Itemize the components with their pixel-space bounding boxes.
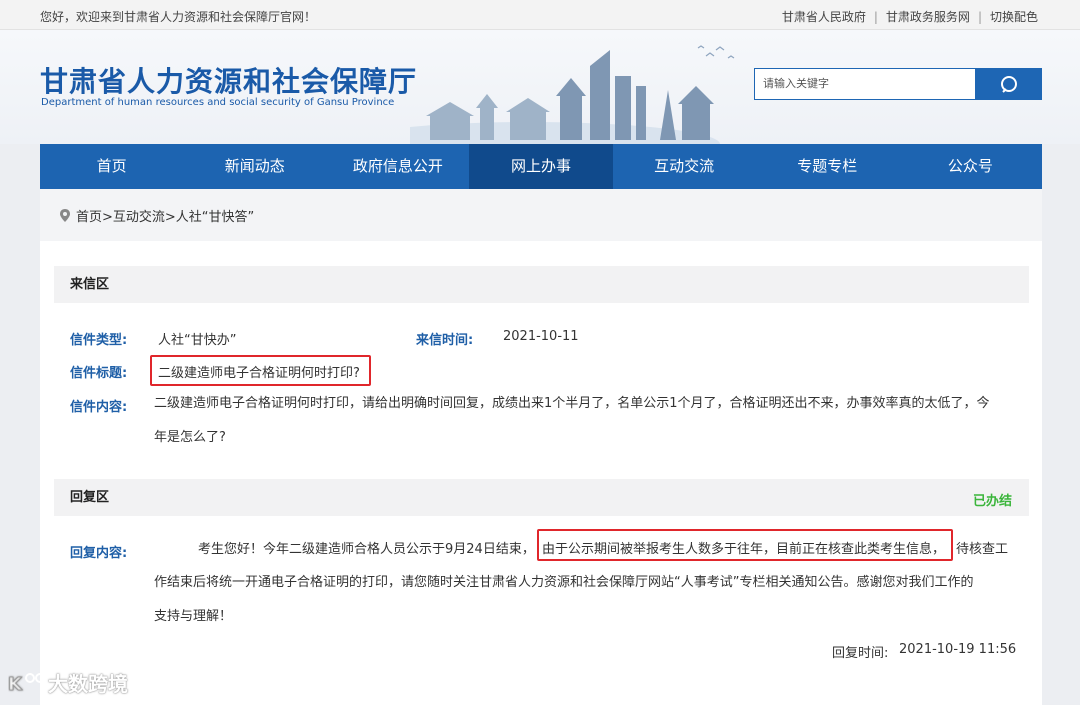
site-subtitle: Department of human resources and social… bbox=[41, 97, 395, 108]
divider: | bbox=[977, 9, 982, 24]
reply-line-1a: 考生您好！今年二级建造师合格人员公示于9月24日结束， bbox=[198, 542, 535, 557]
reply-line-2: 作结束后将统一开通电子合格证明的打印，请您随时关注甘肃省人力资源和社会保障厅网站… bbox=[154, 575, 974, 590]
gansu-government-link[interactable]: 甘肃省人民政府 bbox=[782, 8, 866, 25]
nav-public-account[interactable]: 公众号 bbox=[899, 144, 1042, 189]
main-nav: 首页 新闻动态 政府信息公开 网上办事 互动交流 专题专栏 公众号 bbox=[40, 144, 1042, 189]
reply-time-label: 回复时间: bbox=[832, 646, 889, 661]
letter-content-label: 信件内容: bbox=[70, 400, 128, 415]
search-input[interactable]: 请输入关键字 bbox=[754, 68, 976, 100]
divider: | bbox=[873, 9, 878, 24]
watermark-text: 大数跨境 bbox=[48, 672, 128, 696]
nav-news[interactable]: 新闻动态 bbox=[183, 144, 326, 189]
welcome-text: 您好，欢迎来到甘肃省人力资源和社会保障厅官网！ bbox=[40, 10, 317, 24]
reply-line-3: 支持与理解！ bbox=[154, 609, 233, 624]
search-button[interactable] bbox=[976, 68, 1042, 100]
nav-topics[interactable]: 专题专栏 bbox=[756, 144, 899, 189]
site-header: 甘肃省人力资源和社会保障厅 Department of human resour… bbox=[0, 30, 1080, 144]
letter-type-value: 人社“甘快办” bbox=[158, 333, 237, 348]
gansu-service-link[interactable]: 甘肃政务服务网 bbox=[886, 8, 970, 25]
top-links: 甘肃省人民政府 | 甘肃政务服务网 | 切换配色 bbox=[782, 8, 1038, 25]
watermark: K 大数跨境 bbox=[8, 668, 128, 697]
nav-home[interactable]: 首页 bbox=[40, 144, 183, 189]
nav-interaction[interactable]: 互动交流 bbox=[613, 144, 756, 189]
letter-content-line-1: 二级建造师电子合格证明何时打印，请给出明确时间回复，成绩出来1个半月了，名单公示… bbox=[154, 396, 990, 411]
reply-line-1b: 由于公示期间被举报考生人数多于往年，目前正在核查此类考生信息， bbox=[542, 542, 946, 557]
letter-time-value: 2021-10-11 bbox=[503, 329, 579, 344]
breadcrumb-text[interactable]: 首页>互动交流>人社“甘快答” bbox=[76, 206, 254, 225]
letter-section-header: 来信区 bbox=[54, 266, 1029, 303]
reply-line-1c: 待核查工 bbox=[956, 542, 1009, 557]
switch-color-link[interactable]: 切换配色 bbox=[990, 8, 1038, 25]
status-badge: 已办结 bbox=[972, 494, 1012, 509]
reply-content-label: 回复内容: bbox=[70, 546, 128, 561]
search-icon bbox=[1001, 76, 1017, 93]
letter-subject-label: 信件标题: bbox=[70, 366, 128, 381]
content-panel: 来信区 信件类型: 人社“甘快办” 来信时间: 2021-10-11 信件标题:… bbox=[40, 241, 1042, 705]
reply-section-header: 回复区 bbox=[54, 479, 1029, 516]
reply-time-value: 2021-10-19 11:56 bbox=[899, 642, 1017, 657]
letter-time-label: 来信时间: bbox=[416, 333, 474, 348]
breadcrumb: 首页>互动交流>人社“甘快答” bbox=[40, 189, 1042, 241]
watermark-logo-icon: K bbox=[8, 672, 45, 695]
site-title[interactable]: 甘肃省人力资源和社会保障厅 bbox=[40, 60, 417, 100]
nav-online-service[interactable]: 网上办事 bbox=[469, 144, 613, 189]
svg-text:K: K bbox=[8, 674, 23, 695]
city-skyline-illustration bbox=[410, 45, 735, 144]
letter-content-line-2: 年是怎么了? bbox=[154, 430, 226, 445]
nav-gov-info[interactable]: 政府信息公开 bbox=[326, 144, 469, 189]
letter-type-label: 信件类型: bbox=[70, 333, 128, 348]
location-pin-icon bbox=[60, 208, 70, 222]
letter-subject-value: 二级建造师电子合格证明何时打印? bbox=[158, 366, 360, 381]
top-bar: 您好，欢迎来到甘肃省人力资源和社会保障厅官网！ 甘肃省人民政府 | 甘肃政务服务… bbox=[0, 0, 1080, 30]
